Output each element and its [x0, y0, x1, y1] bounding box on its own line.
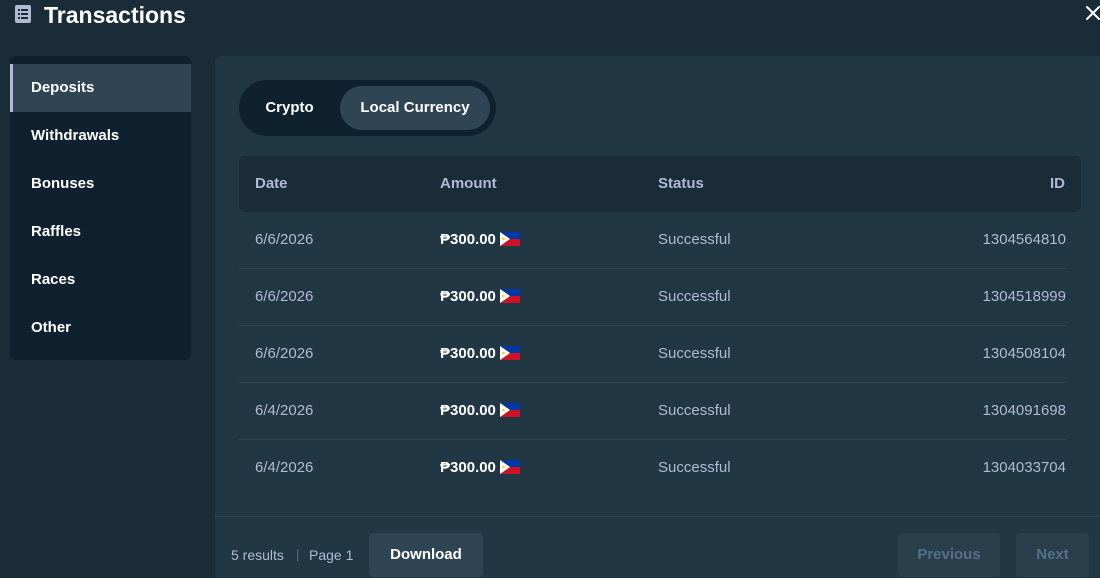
philippines-flag-icon — [499, 346, 520, 360]
next-button[interactable]: Next — [1016, 533, 1089, 577]
row-date: 6/6/2026 — [255, 231, 314, 248]
tab-crypto[interactable]: Crypto — [245, 86, 334, 130]
row-date: 6/6/2026 — [255, 345, 314, 362]
row-id: 1304518999 — [982, 288, 1066, 305]
transactions-sidebar: Deposits Withdrawals Bonuses Raffles Rac… — [10, 56, 191, 360]
row-status: Successful — [658, 288, 731, 305]
philippines-flag-icon — [499, 289, 520, 303]
footer-divider — [215, 516, 1100, 517]
philippines-flag-icon — [499, 460, 520, 474]
transactions-panel: Crypto Local Currency Date Amount Status… — [215, 56, 1100, 578]
table-row: 6/4/2026 ₱300.00 Successful 1304091698 — [239, 383, 1066, 440]
philippines-flag-icon — [499, 232, 520, 246]
amount-value: ₱300.00 — [440, 402, 496, 419]
sidebar-item-deposits[interactable]: Deposits — [10, 64, 191, 112]
row-amount: ₱300.00 — [440, 326, 520, 382]
column-header-amount: Amount — [440, 175, 497, 192]
row-date: 6/6/2026 — [255, 288, 314, 305]
close-icon[interactable] — [1084, 4, 1100, 22]
amount-value: ₱300.00 — [440, 345, 496, 362]
amount-value: ₱300.00 — [440, 459, 496, 476]
column-header-id: ID — [1050, 175, 1065, 192]
table-header: Date Amount Status ID — [239, 156, 1081, 212]
row-amount: ₱300.00 — [440, 269, 520, 325]
table-row: 6/4/2026 ₱300.00 Successful 1304033704 — [239, 440, 1066, 497]
column-header-status: Status — [658, 175, 704, 192]
tab-local-currency[interactable]: Local Currency — [340, 86, 490, 130]
philippines-flag-icon — [499, 403, 520, 417]
row-date: 6/4/2026 — [255, 402, 314, 419]
table-row: 6/6/2026 ₱300.00 Successful 1304508104 — [239, 326, 1066, 383]
results-count: 5 results — [231, 547, 284, 563]
row-date: 6/4/2026 — [255, 459, 314, 476]
amount-value: ₱300.00 — [440, 231, 496, 248]
amount-value: ₱300.00 — [440, 288, 496, 305]
list-document-icon — [15, 5, 31, 23]
page-title: Transactions — [44, 2, 186, 28]
footer-separator: | — [296, 547, 300, 562]
sidebar-item-other[interactable]: Other — [10, 304, 191, 352]
row-status: Successful — [658, 459, 731, 476]
row-amount: ₱300.00 — [440, 440, 520, 496]
row-id: 1304564810 — [982, 231, 1066, 248]
sidebar-item-bonuses[interactable]: Bonuses — [10, 160, 191, 208]
sidebar-item-raffles[interactable]: Raffles — [10, 208, 191, 256]
table-row: 6/6/2026 ₱300.00 Successful 1304518999 — [239, 269, 1066, 326]
column-header-date: Date — [255, 175, 288, 192]
row-status: Successful — [658, 345, 731, 362]
row-status: Successful — [658, 402, 731, 419]
row-status: Successful — [658, 231, 731, 248]
page-indicator: Page 1 — [309, 547, 354, 563]
modal-header: Transactions — [0, 0, 1100, 30]
previous-button[interactable]: Previous — [898, 533, 1000, 577]
row-amount: ₱300.00 — [440, 383, 520, 439]
currency-toggle: Crypto Local Currency — [239, 80, 496, 136]
row-amount: ₱300.00 — [440, 212, 520, 268]
download-button[interactable]: Download — [369, 533, 483, 577]
row-id: 1304508104 — [982, 345, 1066, 362]
table-row: 6/6/2026 ₱300.00 Successful 1304564810 — [239, 212, 1066, 269]
sidebar-item-withdrawals[interactable]: Withdrawals — [10, 112, 191, 160]
row-id: 1304091698 — [982, 402, 1066, 419]
sidebar-item-races[interactable]: Races — [10, 256, 191, 304]
row-id: 1304033704 — [982, 459, 1066, 476]
